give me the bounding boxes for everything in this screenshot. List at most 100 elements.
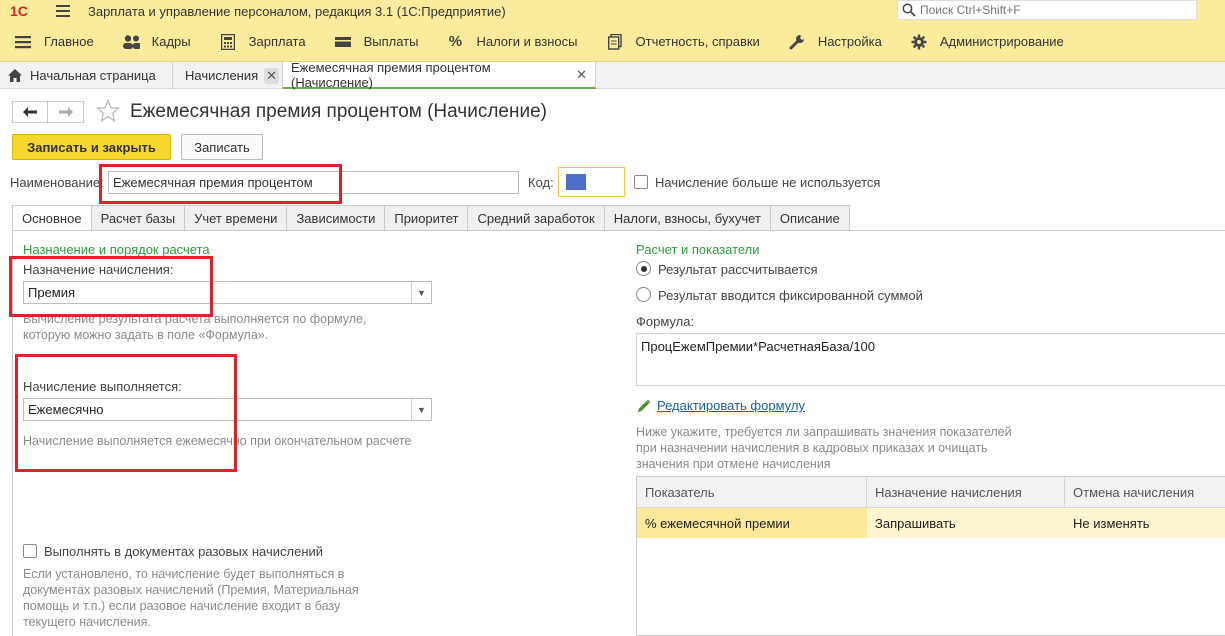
column-header[interactable]: Назначение начисления bbox=[867, 477, 1065, 507]
table-header: Показатель Назначение начисления Отмена … bbox=[637, 477, 1225, 508]
column-header[interactable]: Отмена начисления bbox=[1065, 477, 1225, 507]
section-label: Настройка bbox=[817, 34, 882, 49]
radio-calculated[interactable] bbox=[636, 261, 651, 276]
one-time-checkbox[interactable] bbox=[23, 544, 37, 558]
save-and-close-button[interactable]: Записать и закрыть bbox=[12, 134, 171, 160]
arrow-right-icon bbox=[58, 107, 73, 117]
tab-label: Начисления bbox=[185, 68, 259, 83]
hint-line: документах разовых начислений (Премия, М… bbox=[23, 583, 359, 597]
indicators-table: Показатель Назначение начисления Отмена … bbox=[636, 476, 1225, 636]
one-time-hint: Если установлено, то начисление будет вы… bbox=[23, 566, 359, 630]
app-title: Зарплата и управление персоналом, редакц… bbox=[88, 3, 506, 19]
indicators-hint: Ниже укажите, требуется ли запрашивать з… bbox=[636, 424, 1012, 472]
forward-button[interactable] bbox=[48, 101, 84, 123]
radio-fixed-label: Результат вводится фиксированной суммой bbox=[658, 288, 923, 303]
1c-logo-icon: 1С bbox=[10, 3, 28, 19]
purpose-group-title: Назначение и порядок расчета bbox=[23, 242, 210, 257]
percent-icon: % bbox=[448, 33, 463, 50]
main-menu-icon[interactable] bbox=[56, 5, 70, 17]
tab-description[interactable]: Описание bbox=[770, 205, 850, 231]
tab-priority[interactable]: Приоритет bbox=[385, 205, 469, 231]
sections-panel: Главное Кадры Зарплата Выплаты % Налоги … bbox=[0, 22, 1225, 62]
form-tabs: Основное Расчет базы Учет времени Зависи… bbox=[12, 205, 850, 231]
hint-line: при назначении начисления в кадровых при… bbox=[636, 441, 988, 455]
window-tabs: Начальная страница Начисления ✕ Ежемесяч… bbox=[0, 59, 1225, 90]
tab-taxes-accounting[interactable]: Налоги, взносы, бухучет bbox=[604, 205, 771, 231]
wallet-icon bbox=[334, 33, 352, 51]
section-label: Налоги и взносы bbox=[476, 34, 578, 49]
tab-dependencies[interactable]: Зависимости bbox=[287, 205, 386, 231]
section-salary[interactable]: Зарплата bbox=[205, 22, 320, 62]
section-payments[interactable]: Выплаты bbox=[320, 22, 433, 62]
annotation-box bbox=[15, 354, 237, 472]
table-cell[interactable]: Запрашивать bbox=[867, 508, 1065, 538]
not-used-checkbox[interactable] bbox=[634, 175, 648, 189]
tab-main[interactable]: Основное bbox=[12, 205, 92, 231]
tab-home[interactable]: Начальная страница bbox=[0, 62, 173, 89]
code-label: Код: bbox=[528, 175, 554, 190]
edit-formula-link[interactable]: Редактировать формулу bbox=[657, 398, 805, 413]
arrow-left-icon bbox=[23, 107, 37, 117]
chevron-down-icon[interactable]: ▼ bbox=[411, 399, 431, 420]
radio-fixed[interactable] bbox=[636, 287, 651, 302]
tab-monthly-bonus[interactable]: Ежемесячная премия процентом (Начисление… bbox=[283, 59, 596, 90]
hint-line: помощь и т.п.) если разовое начисление в… bbox=[23, 599, 341, 613]
tabs-divider bbox=[12, 230, 1225, 231]
calc-group-title: Расчет и показатели bbox=[636, 242, 760, 257]
not-used-label: Начисление больше не используется bbox=[655, 175, 881, 190]
title-bar: 1С Зарплата и управление персоналом, ред… bbox=[0, 0, 1225, 22]
section-label: Администрирование bbox=[939, 34, 1064, 49]
gear-icon bbox=[910, 33, 928, 51]
radio-calculated-label: Результат рассчитывается bbox=[658, 262, 818, 277]
table-cell[interactable]: Не изменять bbox=[1065, 508, 1225, 538]
save-button[interactable]: Записать bbox=[181, 134, 263, 160]
code-value-marker bbox=[566, 174, 586, 190]
tab-time-tracking[interactable]: Учет времени bbox=[185, 205, 288, 231]
pencil-icon bbox=[638, 399, 651, 412]
global-search[interactable] bbox=[897, 0, 1197, 20]
annotation-box bbox=[9, 256, 213, 317]
page-title: Ежемесячная премия процентом (Начисление… bbox=[130, 101, 547, 122]
section-personnel[interactable]: Кадры bbox=[108, 22, 205, 62]
people-icon bbox=[122, 33, 140, 51]
close-icon[interactable]: ✕ bbox=[264, 67, 280, 84]
section-main[interactable]: Главное bbox=[0, 22, 108, 62]
tab-accruals[interactable]: Начисления ✕ bbox=[173, 62, 283, 89]
section-administration[interactable]: Администрирование bbox=[896, 22, 1078, 62]
hint-line: которую можно задать в поле «Формула». bbox=[23, 328, 269, 342]
hint-line: Если установлено, то начисление будет вы… bbox=[23, 567, 345, 581]
formula-field[interactable]: ПроцЕжемПремии*РасчетнаяБаза/100 bbox=[636, 333, 1225, 386]
close-icon[interactable]: ✕ bbox=[576, 67, 587, 83]
favorite-star-icon[interactable] bbox=[96, 99, 120, 123]
table-row[interactable]: % ежемесячной премии Запрашивать Не изме… bbox=[637, 508, 1225, 538]
column-header[interactable]: Показатель bbox=[637, 477, 867, 507]
hint-line: текущего начисления. bbox=[23, 615, 151, 629]
chevron-down-icon[interactable]: ▼ bbox=[411, 282, 431, 303]
section-label: Главное bbox=[44, 34, 94, 49]
section-label: Зарплата bbox=[248, 34, 306, 49]
section-reports[interactable]: Отчетность, справки bbox=[592, 22, 774, 62]
section-taxes[interactable]: % Налоги и взносы bbox=[432, 22, 591, 62]
home-icon bbox=[8, 69, 22, 82]
calculator-icon bbox=[219, 33, 237, 51]
name-label: Наименование: bbox=[10, 175, 104, 190]
tab-label: Начальная страница bbox=[30, 68, 156, 83]
tab-base-calc[interactable]: Расчет базы bbox=[91, 205, 186, 231]
tab-label: Ежемесячная премия процентом (Начисление… bbox=[291, 59, 491, 90]
search-icon bbox=[902, 3, 916, 17]
search-input[interactable] bbox=[920, 3, 1180, 17]
back-button[interactable] bbox=[12, 101, 48, 123]
tab-average-earnings[interactable]: Средний заработок bbox=[468, 205, 605, 231]
hint-line: значения при отмене начисления bbox=[636, 457, 831, 471]
section-label: Выплаты bbox=[363, 34, 419, 49]
annotation-box bbox=[99, 164, 342, 204]
navigation-buttons bbox=[12, 101, 84, 123]
reports-icon bbox=[606, 33, 624, 51]
section-settings[interactable]: Настройка bbox=[774, 22, 896, 62]
table-cell[interactable]: % ежемесячной премии bbox=[637, 508, 867, 538]
formula-label: Формула: bbox=[636, 314, 695, 329]
section-label: Кадры bbox=[151, 34, 191, 49]
formula-value: ПроцЕжемПремии*РасчетнаяБаза/100 bbox=[641, 339, 876, 354]
one-time-label: Выполнять в документах разовых начислени… bbox=[44, 544, 324, 559]
section-label: Отчетность, справки bbox=[635, 34, 760, 49]
